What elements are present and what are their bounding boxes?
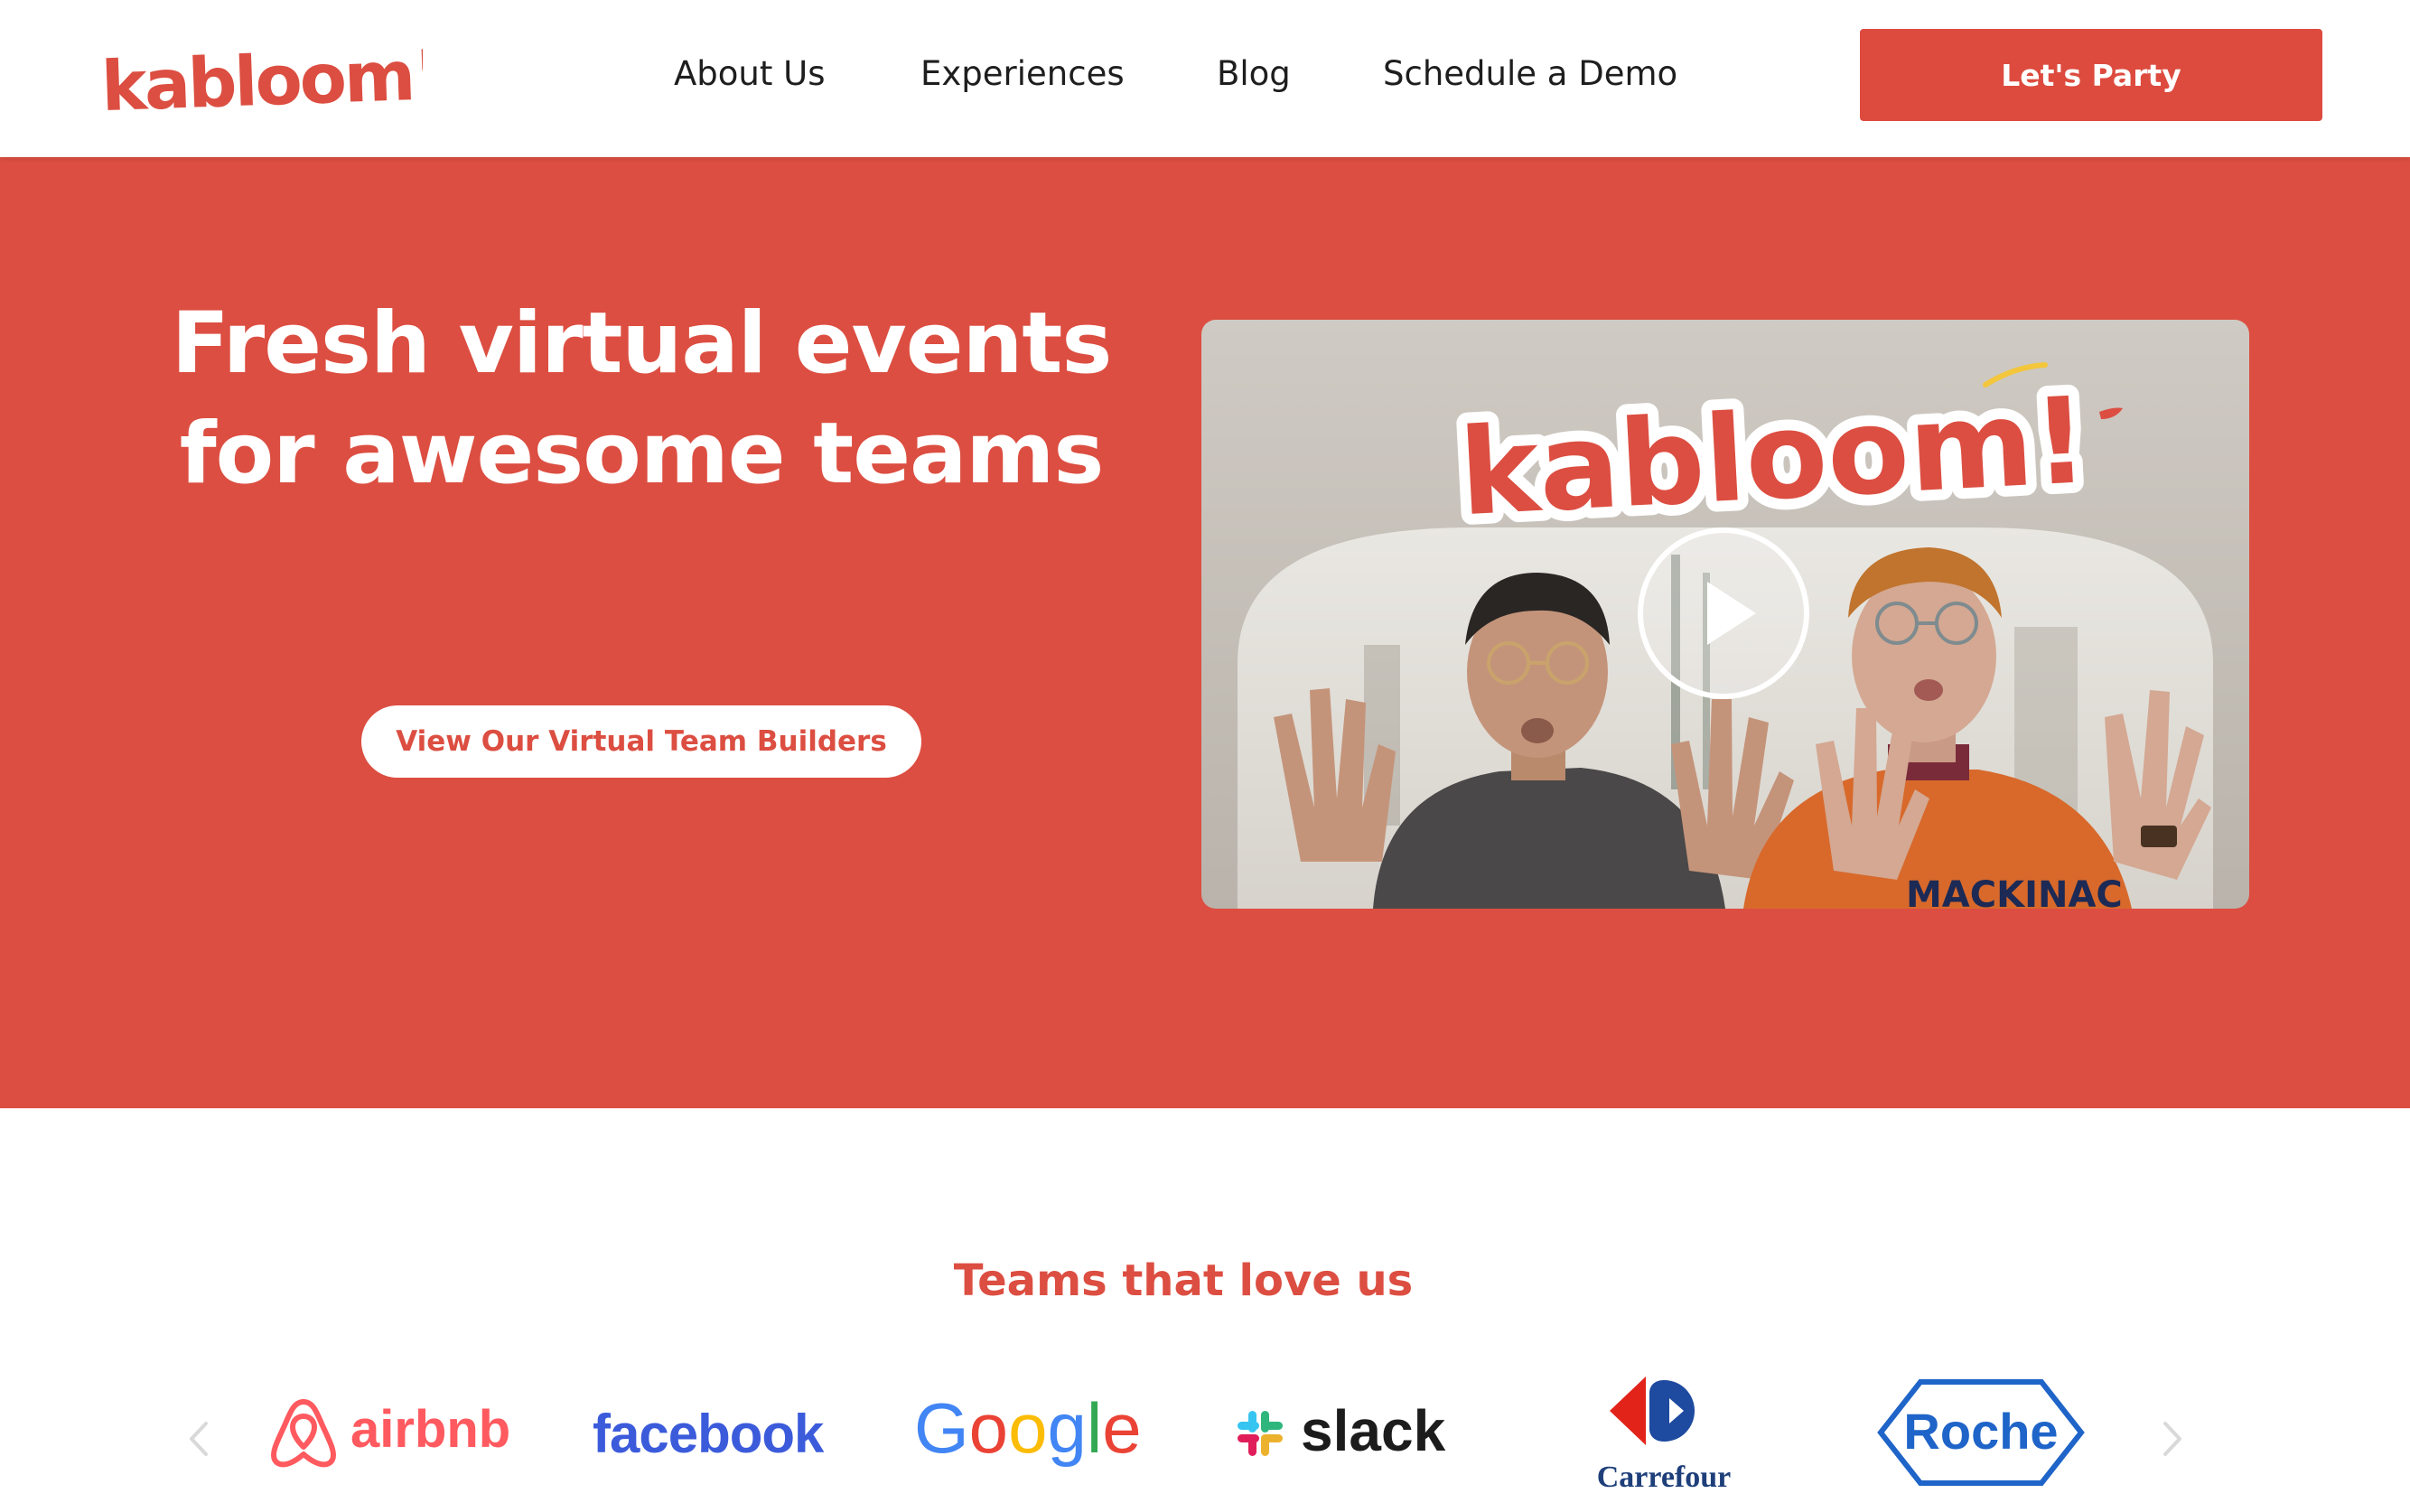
hero-video[interactable]: MACKINAC kabloom! kabloom! — [1201, 320, 2249, 909]
carousel-next-button[interactable] — [2154, 1416, 2190, 1461]
carrefour-logo: Carrefour — [1583, 1371, 1745, 1501]
nav-schedule-demo[interactable]: Schedule a Demo — [1383, 52, 1677, 96]
play-icon[interactable] — [1638, 527, 1809, 699]
airbnb-logo: airbnb — [267, 1391, 529, 1476]
video-sweater-text: MACKINAC — [1906, 874, 2123, 909]
svg-text:facebook: facebook — [593, 1404, 825, 1464]
chevron-left-icon — [190, 1422, 208, 1456]
slack-logo: slack — [1234, 1391, 1460, 1476]
nav-blog[interactable]: Blog — [1217, 52, 1291, 96]
roche-logo: Roche — [1877, 1377, 2085, 1492]
hero-title-line-1: Fresh virtual events — [171, 294, 1113, 393]
svg-text:slack: slack — [1301, 1398, 1446, 1463]
kabloom-logo[interactable]: kabloom! — [98, 33, 443, 126]
facebook-logo: facebook — [593, 1398, 827, 1474]
view-team-builders-button[interactable]: View Our Virtual Team Builders — [361, 705, 921, 778]
svg-text:Roche: Roche — [1903, 1403, 2058, 1460]
hero-title: Fresh virtual events for awesome teams — [145, 289, 1138, 509]
teams-section-title: Teams that love us — [953, 1255, 1414, 1306]
lets-party-button[interactable]: Let's Party — [1860, 29, 2322, 121]
nav-about-us[interactable]: About Us — [674, 52, 826, 96]
logo-text: kabloom! — [100, 34, 423, 123]
google-logo-text: Google — [914, 1388, 1142, 1468]
google-logo: Google — [914, 1387, 1149, 1481]
chevron-right-icon — [2163, 1422, 2181, 1456]
svg-text:airbnb: airbnb — [350, 1400, 510, 1459]
site-header: kabloom! About Us Experiences Blog Sched… — [0, 0, 2410, 157]
hero-title-line-2: for awesome teams — [179, 405, 1105, 503]
svg-text:Carrefour: Carrefour — [1597, 1461, 1732, 1494]
carousel-prev-button[interactable] — [181, 1416, 217, 1461]
nav-experiences[interactable]: Experiences — [920, 52, 1125, 96]
